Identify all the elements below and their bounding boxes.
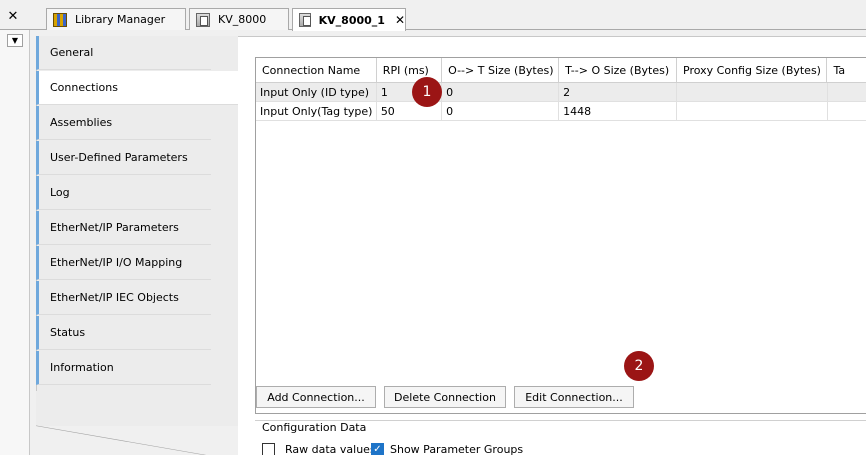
nav-item-label: Log [50, 186, 70, 199]
column-header-connection-name[interactable]: Connection Name [256, 58, 377, 83]
device-icon [196, 12, 210, 27]
nav-bottom-edge [36, 391, 238, 455]
raw-data-values-label[interactable]: Raw data values [285, 443, 376, 455]
column-header-t-o-size[interactable]: T--> O Size (Bytes) [559, 58, 678, 83]
delete-connection-button[interactable]: Delete Connection [384, 386, 506, 408]
device-editor-nav: General Connections Assemblies User-Defi… [36, 36, 238, 455]
configuration-data-group: Configuration Data Raw data values ✓ Sho… [255, 420, 866, 455]
tab-kv-8000-1[interactable]: KV_8000_1 ✕ [292, 8, 406, 31]
nav-item-label: Information [50, 361, 114, 374]
connections-table: Connection Name RPI (ms) O--> T Size (By… [255, 57, 866, 414]
tab-kv-8000[interactable]: KV_8000 [189, 8, 289, 30]
raw-data-values-checkbox[interactable] [262, 443, 275, 455]
tab-label: KV_8000 [218, 13, 267, 26]
table-cell: 2 [559, 83, 678, 102]
nav-item-log[interactable]: Log [36, 176, 211, 210]
table-cell: 1448 [559, 102, 678, 121]
group-title: Configuration Data [262, 421, 371, 434]
show-parameter-groups-checkbox[interactable]: ✓ [371, 443, 384, 455]
nav-item-status[interactable]: Status [36, 316, 211, 350]
nav-item-ethernetip-iec-objects[interactable]: EtherNet/IP IEC Objects [36, 281, 211, 315]
tab-label: KV_8000_1 [318, 13, 385, 27]
table-cell: 0 [442, 83, 560, 102]
column-header-o-t-size[interactable]: O--> T Size (Bytes) [442, 58, 560, 83]
table-cell: Input Only(Tag type) [256, 102, 377, 121]
nav-item-label: EtherNet/IP I/O Mapping [50, 256, 183, 269]
nav-item-ethernetip-io-mapping[interactable]: EtherNet/IP I/O Mapping [36, 246, 211, 280]
close-tab-icon[interactable]: ✕ [395, 13, 405, 27]
nav-item-label: Status [50, 326, 86, 339]
table-row[interactable]: Input Only(Tag type) 50 0 1448 [256, 102, 866, 121]
nav-item-label: EtherNet/IP Parameters [50, 221, 179, 234]
table-cell: 0 [442, 102, 560, 121]
table-cell [828, 102, 866, 121]
add-connection-button[interactable]: Add Connection... [256, 386, 376, 408]
table-cell [677, 83, 828, 102]
show-parameter-groups-label[interactable]: Show Parameter Groups [390, 443, 523, 455]
nav-item-label: User-Defined Parameters [50, 151, 188, 164]
nav-item-label: General [50, 46, 94, 59]
nav-item-connections[interactable]: Connections [36, 71, 238, 105]
edit-connection-button[interactable]: Edit Connection... [514, 386, 634, 408]
table-cell [828, 83, 866, 102]
nav-item-ethernetip-parameters[interactable]: EtherNet/IP Parameters [36, 211, 211, 245]
nav-item-label: Assemblies [50, 116, 113, 129]
device-icon [299, 13, 311, 27]
table-cell [677, 102, 828, 121]
nav-item-label: EtherNet/IP IEC Objects [50, 291, 179, 304]
column-header-proxy-config-size[interactable]: Proxy Config Size (Bytes) [677, 58, 828, 83]
nav-item-general[interactable]: General [36, 36, 211, 70]
close-all-icon[interactable]: ✕ [3, 8, 23, 26]
left-pane: ▼ [0, 30, 30, 455]
library-icon [53, 12, 67, 27]
chevron-down-icon[interactable]: ▼ [7, 34, 23, 47]
table-cell: Input Only (ID type) [256, 83, 377, 102]
tab-library-manager[interactable]: Library Manager [46, 8, 186, 30]
tab-label: Library Manager [75, 13, 166, 26]
editor-tab-strip: ✕ Library Manager KV_8000 KV_8000_1 ✕ [0, 0, 866, 31]
connections-panel: Connection Name RPI (ms) O--> T Size (By… [238, 36, 866, 455]
nav-item-information[interactable]: Information [36, 351, 211, 385]
annotation-marker-2: 2 [624, 351, 654, 381]
annotation-marker-1: 1 [412, 77, 442, 107]
nav-item-assemblies[interactable]: Assemblies [36, 106, 211, 140]
column-header-truncated[interactable]: Ta [827, 58, 866, 83]
nav-item-label: Connections [50, 81, 118, 94]
nav-item-user-defined-parameters[interactable]: User-Defined Parameters [36, 141, 211, 175]
table-row[interactable]: Input Only (ID type) 1 0 2 [256, 83, 866, 102]
table-header: Connection Name RPI (ms) O--> T Size (By… [256, 58, 866, 83]
